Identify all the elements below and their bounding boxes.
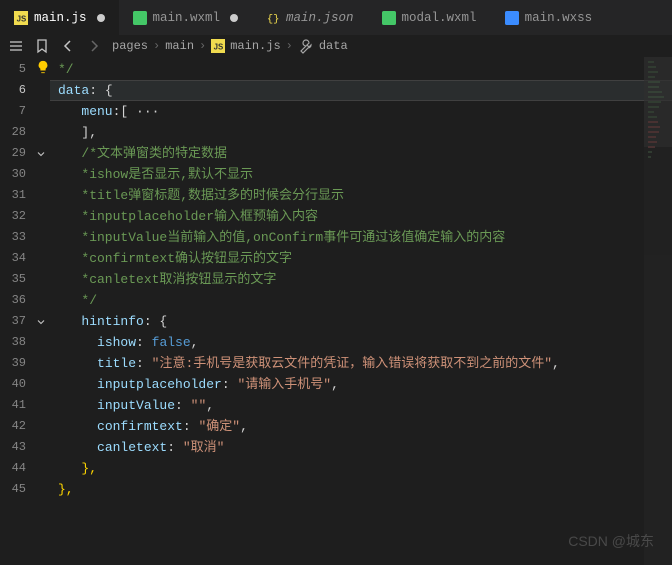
dirty-dot-icon [97, 14, 105, 22]
code-text: menu [81, 104, 112, 119]
gutter: 5 6 7 28 29 30 31 32 33 34 35 36 37 38 3… [0, 57, 50, 565]
code-text: inputValue [97, 398, 175, 413]
chevron-right-icon: › [153, 39, 160, 53]
tab-label: main.json [286, 11, 354, 25]
code-text: :[ ··· [113, 104, 160, 119]
tab-label: main.wxss [525, 11, 593, 25]
tab-main-json[interactable]: {} main.json [252, 0, 368, 35]
fold-chevron-down-icon[interactable] [32, 143, 50, 164]
code-text: : [136, 335, 152, 350]
code-text: *canletext取消按钮显示的文字 [81, 272, 276, 287]
code-text: "请输入手机号" [237, 377, 331, 392]
code-text: : { [89, 83, 112, 98]
code-text: }, [58, 482, 74, 497]
editor-toolbar: pages › main › JS main.js › data [0, 35, 672, 57]
code-text: *inputValue当前输入的值,onConfirm事件可通过该值确定输入的内… [81, 230, 505, 245]
code-text: */ [58, 62, 74, 77]
code-text: ], [81, 125, 97, 140]
code-text: confirmtext [97, 419, 183, 434]
code-text: canletext [97, 440, 167, 455]
minimap[interactable] [644, 57, 672, 565]
forward-icon[interactable] [86, 38, 102, 54]
code-text: /*文本弹窗类的特定数据 [81, 146, 227, 161]
chevron-right-icon: › [286, 39, 293, 53]
code-text: */ [81, 293, 97, 308]
tab-label: main.js [34, 11, 87, 25]
code-text: "注意:手机号是获取云文件的凭证，输入错误将获取不到之前的文件" [152, 356, 552, 371]
code-text: "取消" [183, 440, 225, 455]
chevron-right-icon: › [199, 39, 206, 53]
code-text: *inputplaceholder输入框预输入内容 [81, 209, 318, 224]
tab-modal-wxml[interactable]: modal.wxml [368, 0, 491, 35]
code-text: title [97, 356, 136, 371]
code-text: : [175, 398, 191, 413]
tab-main-wxss[interactable]: main.wxss [491, 0, 607, 35]
code-text: : [183, 419, 199, 434]
fold-chevron-down-icon[interactable] [32, 311, 50, 332]
code-text: "确定" [198, 419, 240, 434]
code-text: false [152, 335, 191, 350]
tab-bar: JS main.js main.wxml {} main.json modal.… [0, 0, 672, 35]
code-editor[interactable]: 5 6 7 28 29 30 31 32 33 34 35 36 37 38 3… [0, 57, 672, 565]
code-text: inputplaceholder [97, 377, 222, 392]
code-text: ishow [97, 335, 136, 350]
js-icon: JS [211, 39, 225, 53]
code-text: data [58, 83, 89, 98]
breadcrumb-seg[interactable]: main [165, 39, 194, 53]
code-text: *confirmtext确认按钮显示的文字 [81, 251, 292, 266]
svg-text:JS: JS [17, 14, 27, 23]
breadcrumb[interactable]: pages › main › JS main.js › data [112, 38, 348, 54]
fold-gutter [32, 57, 50, 565]
tab-main-wxml[interactable]: main.wxml [119, 0, 253, 35]
code-text: hintinfo [81, 314, 143, 329]
menu-icon[interactable] [8, 38, 24, 54]
js-icon: JS [14, 11, 28, 25]
breadcrumb-seg[interactable]: data [319, 39, 348, 53]
tab-label: modal.wxml [402, 11, 477, 25]
tab-label: main.wxml [153, 11, 221, 25]
code-text: *title弹窗标题,数据过多的时候会分行显示 [81, 188, 344, 203]
lightbulb-icon[interactable] [36, 60, 50, 78]
dirty-dot-icon [230, 14, 238, 22]
tab-main-js[interactable]: JS main.js [0, 0, 119, 35]
breadcrumb-seg[interactable]: pages [112, 39, 148, 53]
line-numbers: 5 6 7 28 29 30 31 32 33 34 35 36 37 38 3… [0, 57, 32, 565]
back-icon[interactable] [60, 38, 76, 54]
wrench-icon [298, 38, 314, 54]
code-text: "" [191, 398, 207, 413]
minimap-content [648, 61, 668, 561]
svg-text:{}: {} [267, 13, 280, 25]
code-text: : [167, 440, 183, 455]
code-text: : [222, 377, 238, 392]
code-text: : { [144, 314, 167, 329]
code-area[interactable]: */ data: { menu:[ ··· ], /*文本弹窗类的特定数据 *i… [50, 57, 672, 565]
code-text: }, [81, 461, 97, 476]
code-text: : [136, 356, 152, 371]
json-icon: {} [266, 11, 280, 25]
wxss-icon [505, 11, 519, 25]
bookmark-icon[interactable] [34, 38, 50, 54]
wxml-icon [133, 11, 147, 25]
svg-text:JS: JS [214, 43, 224, 52]
code-text: *ishow是否显示,默认不显示 [81, 167, 253, 182]
breadcrumb-seg[interactable]: main.js [230, 39, 280, 53]
wxml-icon [382, 11, 396, 25]
